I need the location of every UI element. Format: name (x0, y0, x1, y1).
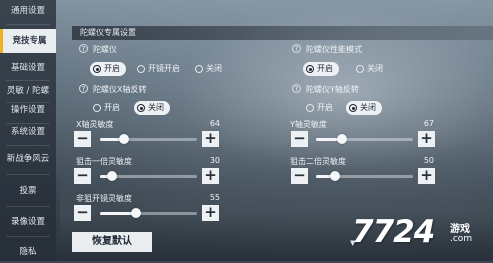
gyro-option-off[interactable]: 关闭 (192, 62, 228, 76)
no-scope-plus-button[interactable]: + (202, 205, 219, 221)
sniper2-minus-button[interactable]: − (291, 168, 308, 184)
sniper1-minus-button[interactable]: − (74, 168, 91, 184)
sidebar-item-general[interactable]: 通用设置 (0, 0, 56, 22)
sidebar-item-privacy[interactable]: 隐私 (0, 241, 56, 263)
watermark-logo: 7724 游戏 .com (352, 214, 490, 254)
no-scope-value: 55 (209, 193, 220, 202)
watermark-text: 游戏 (450, 224, 470, 235)
y-sens-slider[interactable] (316, 134, 413, 144)
sidebar-divider (6, 206, 50, 207)
radio-icon (195, 65, 203, 73)
sidebar-item-competitive[interactable]: 竞技专属 (0, 29, 56, 53)
sidebar-divider (6, 236, 50, 237)
sniper1-slider[interactable] (100, 171, 197, 181)
sidebar-item-replay[interactable]: 录像设置 (0, 211, 56, 233)
gyro-y-invert-label: 陀螺仪Y轴反转 (306, 85, 359, 94)
sniper1-value: 30 (209, 156, 220, 165)
y-sens-plus-button[interactable]: + (418, 131, 435, 147)
radio-icon (137, 65, 145, 73)
help-icon[interactable]: ? (292, 84, 301, 93)
gyro-mode-option-off[interactable]: 关闭 (353, 62, 389, 76)
sidebar-divider (6, 145, 50, 146)
help-icon[interactable]: ? (79, 84, 88, 93)
gyro-option-scope[interactable]: 开镜开启 (134, 62, 186, 76)
gyro-x-invert-option-off[interactable]: 关闭 (134, 101, 170, 115)
slider-knob[interactable] (107, 171, 117, 181)
sidebar-divider (6, 174, 50, 175)
watermark-url: .com (450, 234, 473, 244)
gyro-label: 陀螺仪 (93, 45, 117, 54)
gyro-y-invert-option-off[interactable]: 关闭 (346, 101, 382, 115)
gyro-x-invert-label: 陀螺仪X轴反转 (93, 85, 147, 94)
radio-icon (93, 104, 101, 112)
sniper2-plus-button[interactable]: + (418, 168, 435, 184)
help-icon[interactable]: ? (292, 44, 301, 53)
reset-default-button[interactable]: 恢复默认 (72, 232, 152, 252)
sidebar-item-system[interactable]: 系统设置 (0, 121, 56, 143)
sidebar-divider (6, 24, 50, 25)
sidebar-item-controls[interactable]: 操作设置 (0, 99, 56, 121)
help-icon[interactable]: ? (79, 44, 88, 53)
x-sens-plus-button[interactable]: + (202, 131, 219, 147)
radio-icon (356, 65, 364, 73)
no-scope-slider[interactable] (100, 208, 197, 218)
radio-selected-icon (306, 65, 314, 73)
y-sens-minus-button[interactable]: − (291, 131, 308, 147)
watermark-number: 7724 (352, 214, 435, 250)
radio-selected-icon (93, 65, 101, 73)
slider-knob[interactable] (337, 134, 347, 144)
no-scope-minus-button[interactable]: − (74, 205, 91, 221)
sniper1-plus-button[interactable]: + (202, 168, 219, 184)
gyro-y-invert-option-on[interactable]: 开启 (303, 101, 339, 115)
gyro-option-on[interactable]: 开启 (90, 62, 126, 76)
x-sens-value: 64 (209, 119, 220, 128)
x-sens-minus-button[interactable]: − (74, 131, 91, 147)
panel-title: 陀螺仪专属设置 (80, 28, 136, 37)
sidebar-item-vote[interactable]: 投票 (0, 180, 56, 202)
sniper2-value: 50 (423, 156, 434, 165)
sidebar-item-war[interactable]: 新战争风云 (0, 148, 56, 170)
radio-selected-icon (137, 104, 145, 112)
gyro-mode-option-on[interactable]: 开启 (303, 62, 339, 76)
radio-icon (306, 104, 314, 112)
gyro-x-invert-option-on[interactable]: 开启 (90, 101, 126, 115)
x-sens-slider[interactable] (100, 134, 197, 144)
sidebar: 通用设置 竞技专属 基础设置 灵敏 / 陀螺 操作设置 系统设置 新战争风云 投… (0, 0, 56, 261)
slider-knob[interactable] (131, 208, 141, 218)
sidebar-item-basic[interactable]: 基础设置 (0, 57, 56, 79)
y-sens-value: 67 (423, 119, 434, 128)
gyro-mode-label: 陀螺仪性能模式 (306, 45, 362, 54)
sniper2-slider[interactable] (316, 171, 413, 181)
radio-selected-icon (349, 104, 357, 112)
slider-knob[interactable] (330, 171, 340, 181)
slider-knob[interactable] (119, 134, 129, 144)
